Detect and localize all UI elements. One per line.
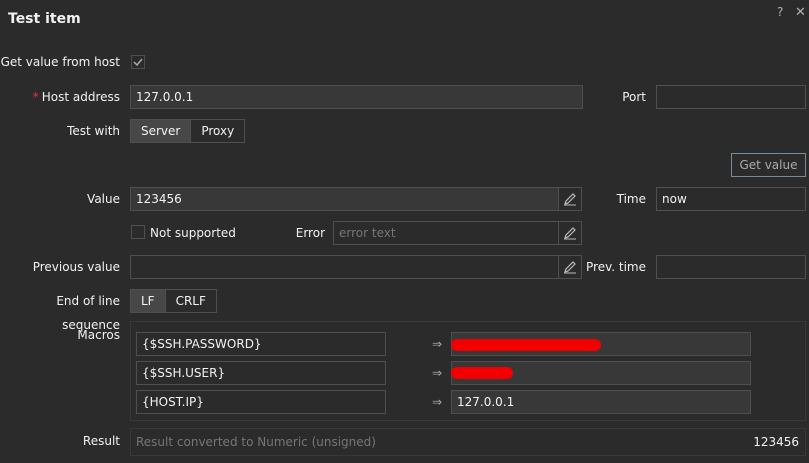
result-label: Result: [82, 434, 120, 448]
host-address-input[interactable]: [130, 85, 583, 109]
previous-value-label: Previous value: [32, 260, 120, 274]
get-value-from-host-checkbox[interactable]: [131, 55, 145, 69]
error-label: Error: [295, 226, 325, 240]
redaction-mark: [451, 367, 513, 379]
value-edit-button[interactable]: [558, 187, 582, 211]
macro-arrow: ⇒: [432, 337, 443, 351]
eol-crlf-option[interactable]: CRLF: [166, 290, 216, 312]
get-value-button[interactable]: Get value: [731, 153, 806, 177]
previous-value-input[interactable]: [130, 255, 559, 279]
pencil-icon: [564, 261, 576, 274]
macro-arrow: ⇒: [432, 395, 443, 409]
previous-value-edit-button[interactable]: [558, 255, 582, 279]
not-supported-label: Not supported: [150, 226, 236, 240]
prev-time-input[interactable]: [656, 255, 806, 279]
value-input[interactable]: [130, 187, 559, 211]
test-with-toggle: Server Proxy: [130, 119, 246, 143]
get-value-from-host-label: Get value from host: [0, 55, 120, 69]
port-input[interactable]: [656, 85, 806, 109]
prev-time-label: Prev. time: [586, 260, 646, 274]
help-icon[interactable]: ?: [777, 5, 783, 19]
not-supported-checkbox[interactable]: [131, 225, 145, 239]
result-field[interactable]: Result converted to Numeric (unsigned) 1…: [130, 428, 806, 456]
dialog-title: Test item: [8, 11, 81, 27]
pencil-icon: [564, 193, 576, 206]
time-label: Time: [616, 192, 646, 206]
macro-arrow: ⇒: [432, 366, 443, 380]
macro-name-input[interactable]: [136, 361, 386, 385]
eol-toggle: LF CRLF: [130, 289, 217, 313]
macro-name-input[interactable]: [136, 390, 386, 414]
time-input[interactable]: [656, 187, 806, 211]
host-address-label: * Host address: [0, 85, 120, 109]
result-placeholder: Result converted to Numeric (unsigned): [136, 435, 376, 449]
redaction-mark: [451, 339, 601, 351]
macro-value-input[interactable]: [451, 390, 751, 414]
eol-lf-option[interactable]: LF: [131, 290, 166, 312]
error-input[interactable]: [333, 221, 559, 245]
port-label: Port: [622, 90, 646, 104]
test-with-label: Test with: [67, 124, 120, 138]
macro-name-input[interactable]: [136, 332, 386, 356]
required-mark: *: [32, 90, 39, 104]
test-with-proxy-option[interactable]: Proxy: [191, 120, 244, 142]
result-value: 123456: [753, 435, 799, 449]
eol-label: End of line sequence: [56, 294, 120, 332]
error-edit-button[interactable]: [558, 221, 582, 245]
value-label: Value: [87, 192, 120, 206]
test-with-server-option[interactable]: Server: [131, 120, 192, 142]
pencil-icon: [564, 227, 576, 240]
host-address-label-text: Host address: [41, 90, 120, 104]
macros-label: Macros: [77, 328, 120, 342]
close-icon[interactable]: ✕: [795, 5, 806, 20]
check-icon: [133, 58, 143, 67]
